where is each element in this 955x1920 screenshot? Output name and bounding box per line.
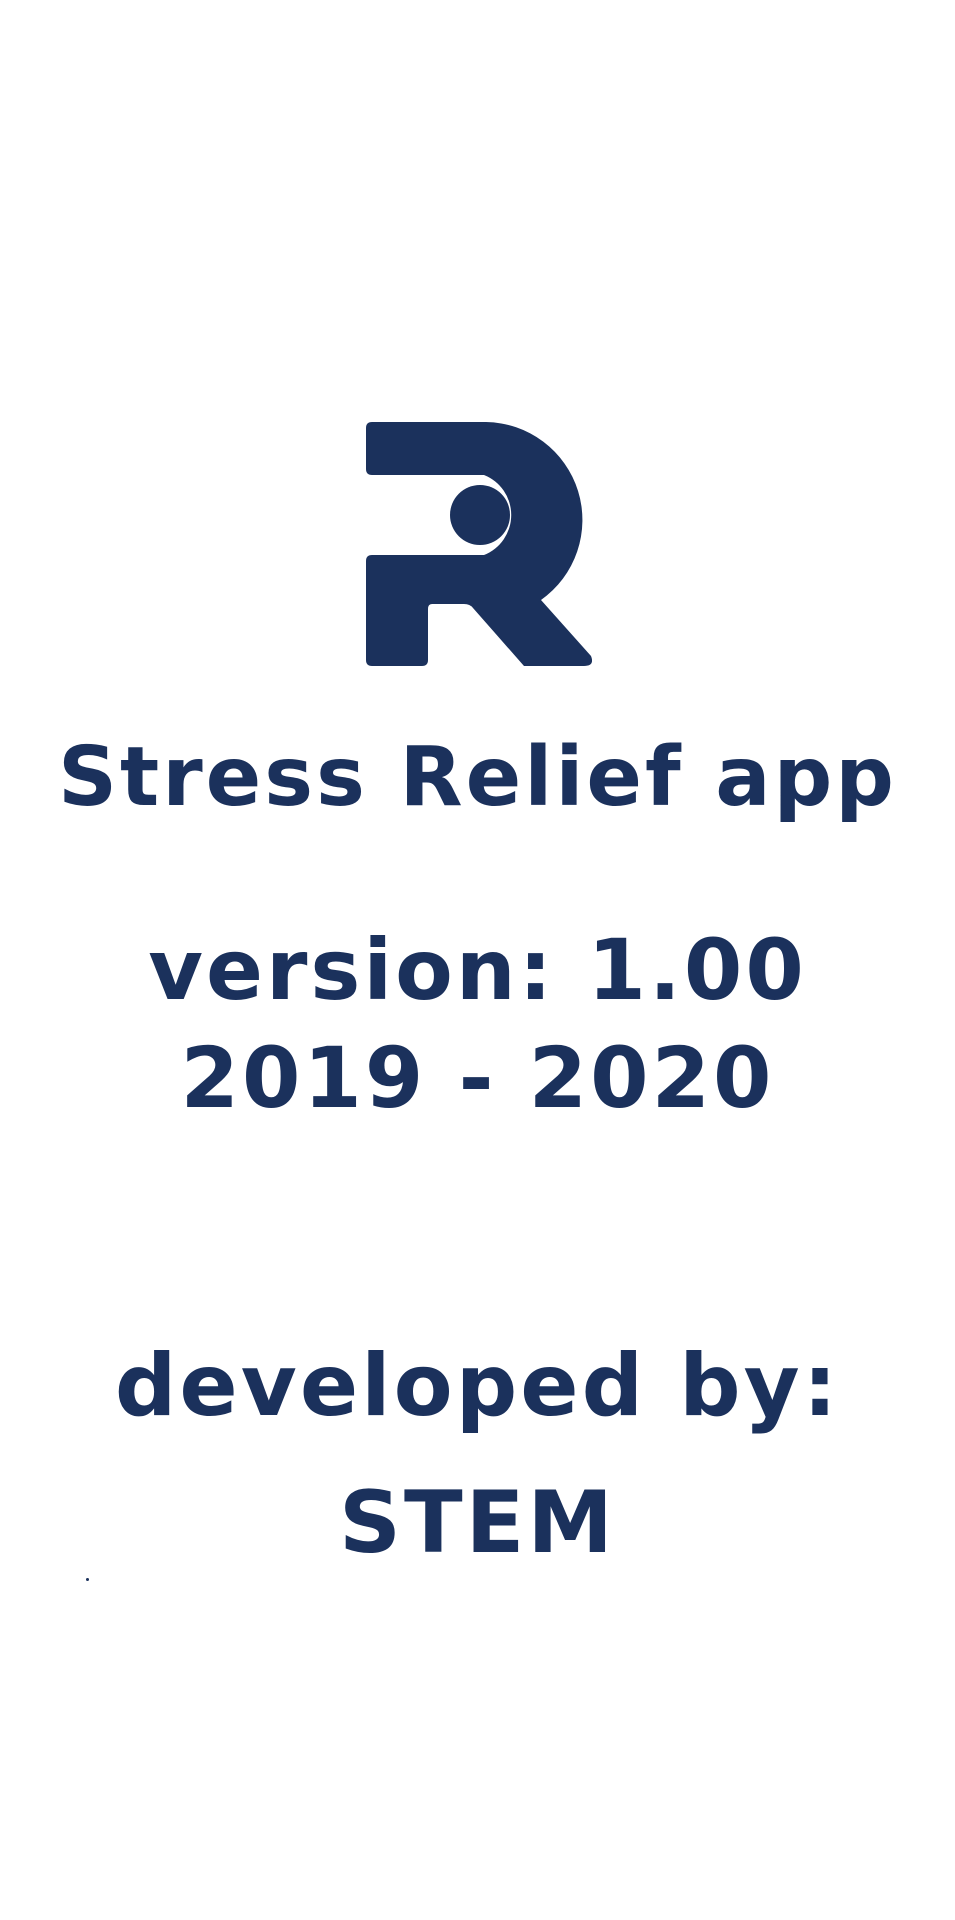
stray-dot: [86, 1578, 89, 1581]
developed-by-label: developed by:: [114, 1336, 841, 1436]
r-logo-icon: [366, 422, 592, 666]
year-range: 2019 - 2020: [180, 1029, 775, 1127]
developer-name: STEM: [339, 1473, 616, 1573]
version-label: version: 1.00: [148, 921, 807, 1019]
app-title: Stress Relief app: [57, 730, 897, 825]
